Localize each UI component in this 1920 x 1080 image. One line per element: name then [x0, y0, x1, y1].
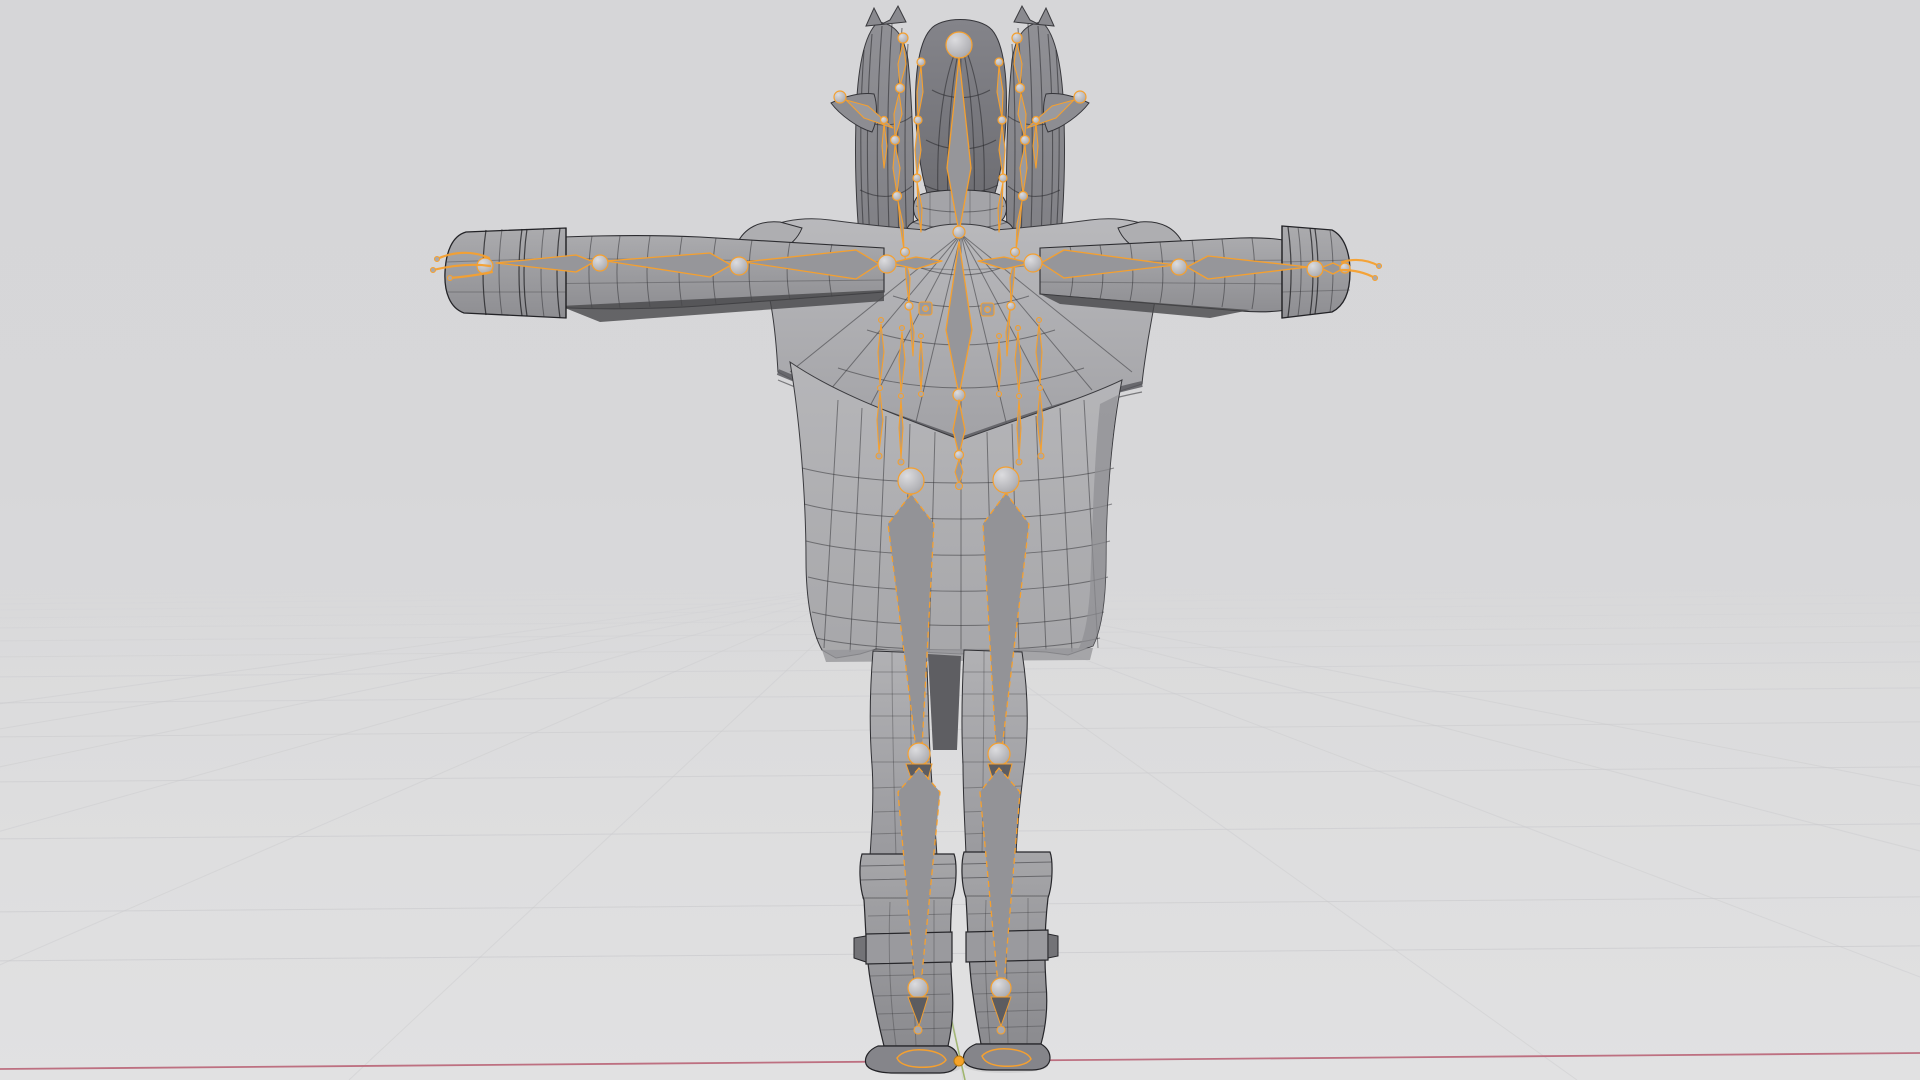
inner-skirt-shadow — [928, 654, 961, 750]
joint-head-top[interactable] — [945, 31, 973, 59]
origin-point[interactable] — [953, 1055, 965, 1067]
viewport-3d[interactable] — [0, 0, 1920, 1080]
joint-knee-right[interactable] — [987, 742, 1011, 766]
viewport-canvas[interactable] — [0, 0, 1920, 1080]
boot-buckle-left — [853, 935, 867, 963]
cuff-left[interactable] — [444, 227, 567, 319]
joint-hand-right[interactable] — [1339, 262, 1351, 274]
joint-shoulder-right[interactable] — [1023, 253, 1043, 273]
boot-buckle-right — [1047, 933, 1059, 959]
joint-elbow-left[interactable] — [729, 256, 749, 276]
joint-hip-right[interactable] — [992, 466, 1020, 494]
joint-ankle-left[interactable] — [907, 977, 929, 999]
hair-tuft-top-right — [1013, 4, 1055, 27]
hair-tuft-top-left — [865, 4, 907, 27]
bone-end-on-left[interactable] — [918, 301, 933, 316]
boot-strap-left — [865, 931, 953, 965]
joint-knee-left[interactable] — [907, 742, 931, 766]
joint-neck[interactable] — [952, 225, 966, 239]
joint-hip-left[interactable] — [897, 467, 925, 495]
boot-left[interactable] — [853, 853, 959, 1074]
bone-end-on-right[interactable] — [980, 302, 995, 317]
joint-ankle-right[interactable] — [990, 977, 1012, 999]
joint-wrist-left[interactable] — [591, 254, 609, 272]
joint-shoulder-left[interactable] — [877, 254, 897, 274]
joint-elbow-right[interactable] — [1170, 258, 1188, 276]
joint-wrist-right[interactable] — [1306, 260, 1324, 278]
